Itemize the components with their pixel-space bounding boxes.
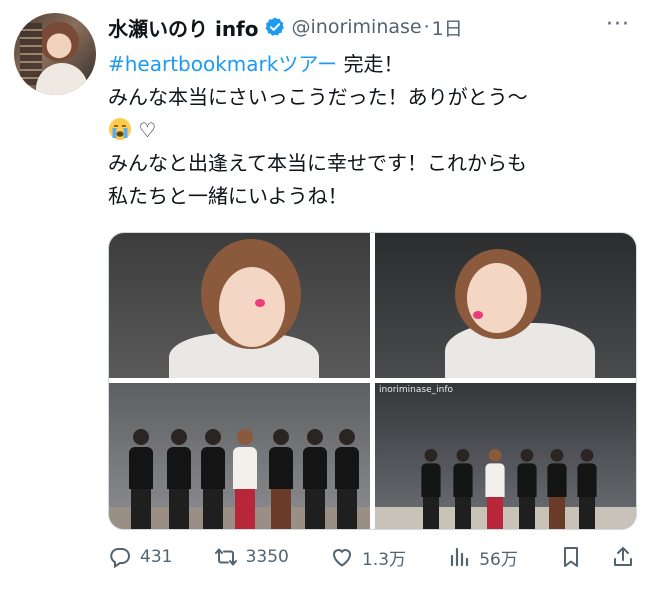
more-options-icon[interactable]: ··· xyxy=(606,12,630,37)
reply-count: 431 xyxy=(140,547,173,567)
verified-badge-icon xyxy=(264,16,286,38)
heart-icon xyxy=(332,549,352,567)
views-count: 56万 xyxy=(479,549,518,570)
media-photo-1[interactable] xyxy=(109,233,370,378)
group-person xyxy=(129,429,153,529)
group-person xyxy=(167,429,191,529)
tweet-line-3: ♡ xyxy=(108,114,638,147)
tweet-line-5: 私たちと一緒にいようね！ xyxy=(108,184,348,208)
timestamp[interactable]: 1日 xyxy=(432,14,463,41)
tweet-line-1-rest: 完走！ xyxy=(337,52,404,76)
tweet-text: #heartbookmarkツアー 完走！ みんな本当にさいっこうだった！ありが… xyxy=(108,48,638,213)
tweet-line-4: みんなと出逢えて本当に幸せです！これからも xyxy=(108,151,527,175)
media-photo-3[interactable] xyxy=(109,383,370,529)
heart-sticker xyxy=(473,311,483,319)
photo-face xyxy=(467,263,527,333)
media-photo-4[interactable]: inoriminase_info xyxy=(375,383,636,529)
stage-floor xyxy=(375,507,636,529)
like-count: 1.3万 xyxy=(362,549,407,570)
group-person xyxy=(547,449,567,529)
display-name[interactable]: 水瀬いのり info xyxy=(108,13,259,42)
avatar[interactable] xyxy=(14,13,96,95)
tweet-actions: 431 3350 1.3万 56万 xyxy=(108,540,635,574)
secondary-actions xyxy=(559,545,635,569)
separator-dot: · xyxy=(423,16,430,38)
group-person xyxy=(303,429,327,529)
views-button[interactable]: 56万 xyxy=(447,545,518,570)
group-person xyxy=(201,429,225,529)
heart-sticker xyxy=(255,299,265,307)
heart-glyph: ♡ xyxy=(138,118,157,142)
media-grid: inoriminase_info xyxy=(108,232,637,530)
group-person xyxy=(577,449,597,529)
group-person xyxy=(517,449,537,529)
retweet-button[interactable]: 3350 xyxy=(214,545,289,569)
group-person xyxy=(233,429,257,529)
handle[interactable]: @inoriminase xyxy=(292,16,422,38)
reply-button[interactable]: 431 xyxy=(108,545,172,569)
retweet-count: 3350 xyxy=(245,547,289,567)
loudly-crying-face-emoji-icon xyxy=(108,117,132,141)
tweet-header: 水瀬いのり info @inoriminase · 1日 ··· xyxy=(108,12,636,42)
reply-icon xyxy=(110,548,130,569)
share-button[interactable] xyxy=(611,545,635,569)
group-person xyxy=(453,449,473,529)
avatar-figure xyxy=(36,63,88,95)
group-person xyxy=(335,429,359,529)
bookmark-button[interactable] xyxy=(559,545,583,569)
group-person xyxy=(485,449,505,529)
retweet-icon xyxy=(214,548,237,566)
tweet-line-2: みんな本当にさいっこうだった！ありがとう〜 xyxy=(108,85,528,109)
media-photo-2[interactable] xyxy=(375,233,636,378)
photo-face xyxy=(219,267,285,347)
views-chart-icon xyxy=(451,547,469,567)
tweet-line-1: #heartbookmarkツアー 完走！ xyxy=(108,48,638,81)
share-icon xyxy=(613,547,632,566)
bookmark-icon xyxy=(563,547,578,567)
photo-watermark: inoriminase_info xyxy=(379,385,454,395)
group-person xyxy=(421,449,441,529)
group-person xyxy=(269,429,293,529)
hashtag-link[interactable]: #heartbookmarkツアー xyxy=(108,52,337,76)
like-button[interactable]: 1.3万 xyxy=(330,545,406,570)
